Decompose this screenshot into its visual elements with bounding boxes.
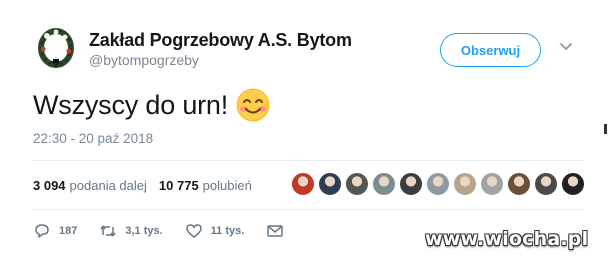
retweets-count[interactable]: 3 094 bbox=[33, 178, 66, 193]
user-handle[interactable]: @bytompogrzeby bbox=[89, 52, 199, 68]
tweet-stats: 3 094 podania dalej 10 775 polubień bbox=[33, 178, 252, 193]
liker-avatar[interactable] bbox=[453, 172, 477, 196]
watermark: www.wiocha.pl bbox=[425, 228, 589, 250]
liker-avatar[interactable] bbox=[318, 172, 342, 196]
divider bbox=[32, 209, 584, 210]
divider bbox=[32, 160, 584, 161]
likes-count[interactable]: 10 775 bbox=[159, 178, 199, 193]
envelope-icon bbox=[267, 225, 284, 237]
display-name[interactable]: Zakład Pogrzebowy A.S. Bytom bbox=[89, 30, 352, 51]
retweet-count: 3,1 tys. bbox=[125, 225, 163, 237]
liker-avatar[interactable] bbox=[345, 172, 369, 196]
likes-label[interactable]: polubień bbox=[203, 178, 252, 193]
reply-icon bbox=[35, 224, 49, 238]
follow-button[interactable]: Obserwuj bbox=[440, 33, 541, 67]
tweet-actions: 187 3,1 tys. 11 tys. bbox=[33, 221, 306, 241]
reply-button[interactable]: 187 bbox=[33, 223, 77, 239]
retweets-label[interactable]: podania dalej bbox=[70, 178, 147, 193]
like-button[interactable]: 11 tys. bbox=[185, 223, 245, 239]
chevron-down-icon[interactable] bbox=[559, 42, 573, 52]
liker-avatar[interactable] bbox=[372, 172, 396, 196]
heart-icon bbox=[185, 224, 202, 238]
liker-avatar[interactable] bbox=[507, 172, 531, 196]
liker-avatar[interactable] bbox=[534, 172, 558, 196]
funeral-wreath-icon bbox=[38, 28, 74, 68]
like-count: 11 tys. bbox=[210, 225, 245, 237]
reply-count: 187 bbox=[59, 225, 78, 237]
direct-message-button[interactable] bbox=[266, 223, 284, 239]
smiling-face-emoji-icon bbox=[236, 88, 270, 122]
retweet-icon bbox=[100, 225, 116, 237]
liker-avatar[interactable] bbox=[426, 172, 450, 196]
tweet-text-content: Wszyscy do urn! bbox=[33, 89, 229, 120]
liker-avatar[interactable] bbox=[480, 172, 504, 196]
tweet-text: Wszyscy do urn! bbox=[33, 88, 270, 122]
liker-avatars[interactable] bbox=[291, 172, 588, 198]
retweet-button[interactable]: 3,1 tys. bbox=[99, 223, 163, 239]
tweet-timestamp[interactable]: 22:30 - 20 paź 2018 bbox=[33, 131, 153, 146]
profile-avatar[interactable] bbox=[34, 26, 78, 70]
liker-avatar[interactable] bbox=[561, 172, 585, 196]
edge-mark bbox=[604, 124, 607, 134]
tweet-card: Zakład Pogrzebowy A.S. Bytom @bytompogrz… bbox=[0, 0, 610, 264]
liker-avatar[interactable] bbox=[399, 172, 423, 196]
liker-avatar[interactable] bbox=[291, 172, 315, 196]
